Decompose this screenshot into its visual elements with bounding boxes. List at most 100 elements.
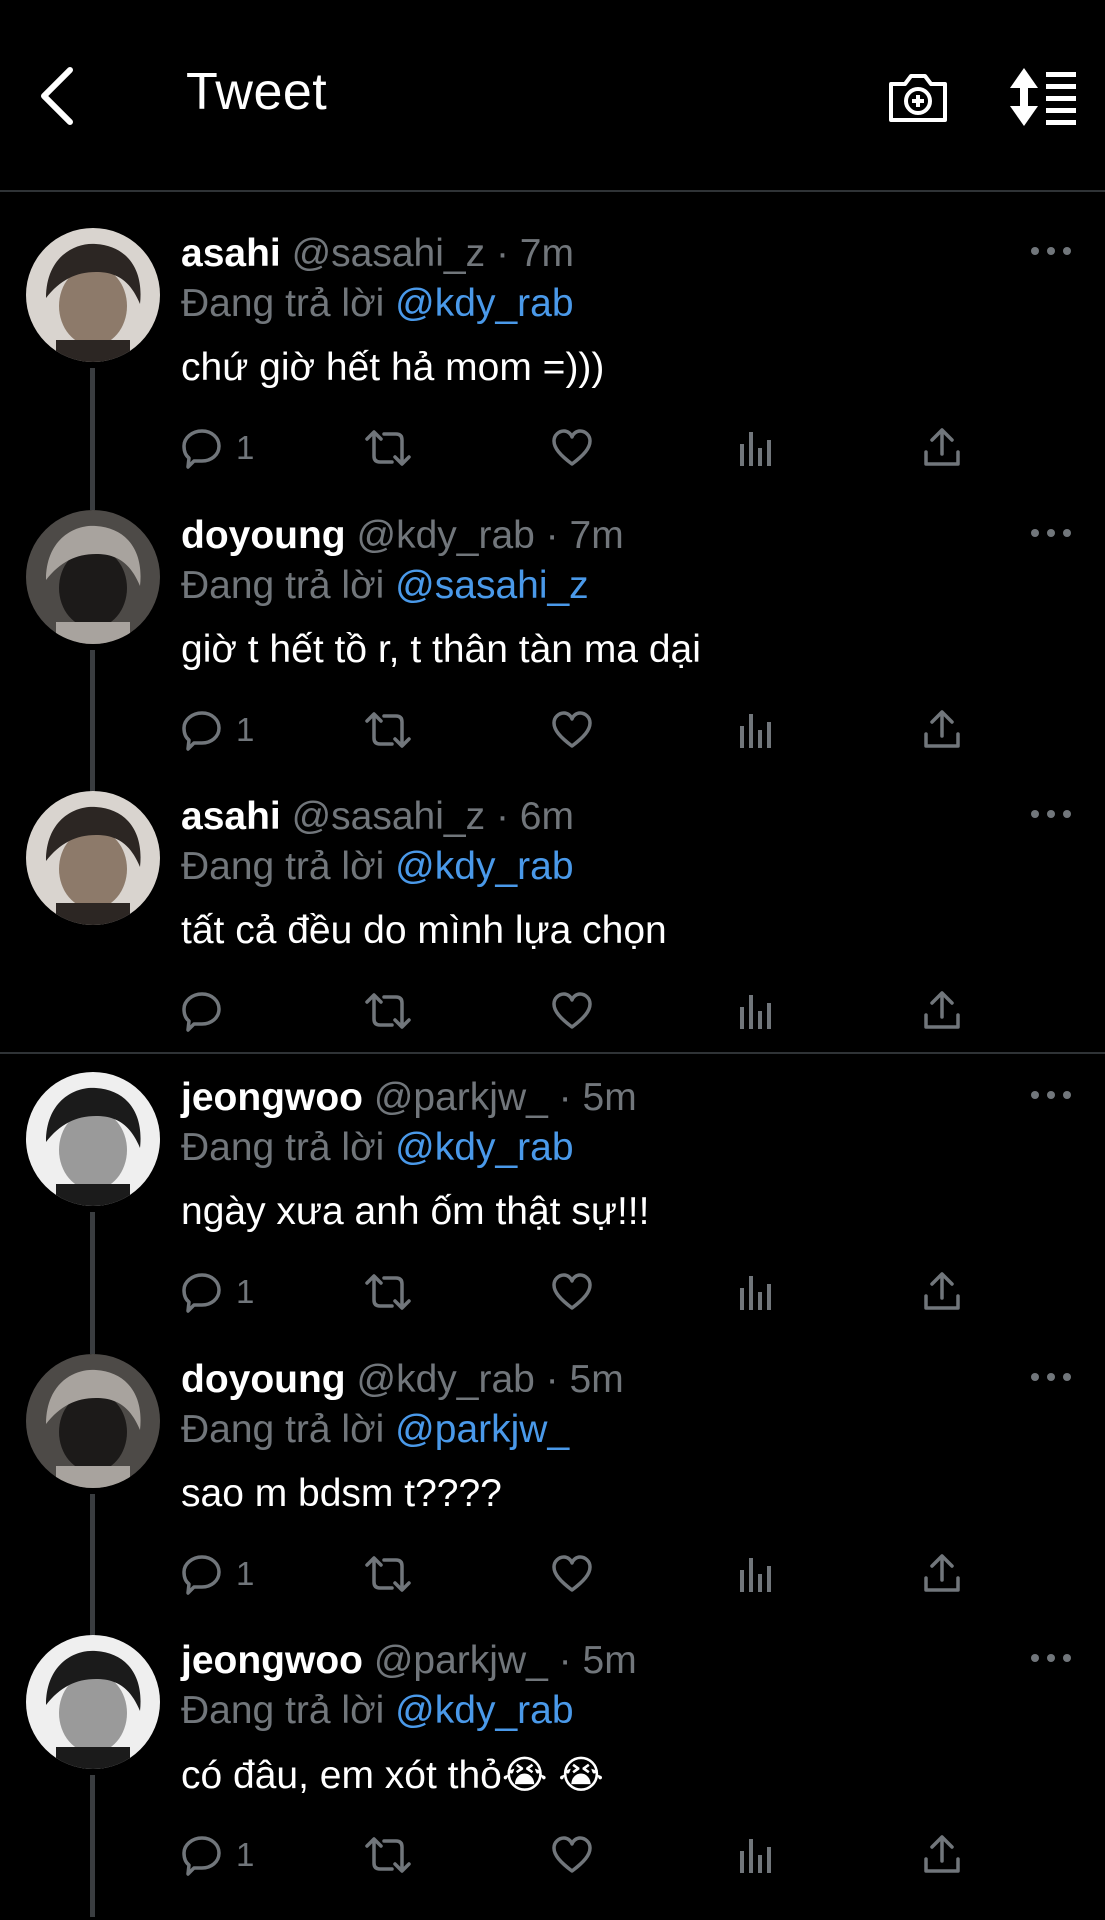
like-button[interactable] xyxy=(550,981,594,1041)
timestamp: 7m xyxy=(519,232,574,275)
reply-button[interactable] xyxy=(180,981,236,1041)
bar-chart-icon xyxy=(740,1558,771,1592)
back-button[interactable] xyxy=(30,60,90,130)
reply-button[interactable]: 1 xyxy=(180,1825,254,1885)
tweet-text: ngày xưa anh ốm thật sự!!! xyxy=(181,1190,650,1233)
share-button[interactable] xyxy=(922,1262,962,1322)
like-button[interactable] xyxy=(550,1544,594,1604)
share-icon xyxy=(924,1272,960,1310)
user-handle[interactable]: @sasahi_z xyxy=(292,232,486,275)
replying-mention[interactable]: @kdy_rab xyxy=(395,845,573,888)
more-dots-icon xyxy=(1031,247,1071,255)
tweet[interactable]: doyoung @kdy_rab · 7m Đang trả lời @sasa… xyxy=(0,510,1105,792)
tweet-actions: 1 xyxy=(180,1825,980,1885)
replying-mention[interactable]: @kdy_rab xyxy=(395,1689,573,1732)
analytics-button[interactable] xyxy=(736,1262,776,1322)
share-button[interactable] xyxy=(922,981,962,1041)
reply-count: 1 xyxy=(236,711,255,748)
tweet-meta: jeongwoo @parkjw_ · 5m xyxy=(181,1639,637,1683)
tweet-actions xyxy=(180,981,980,1041)
user-handle[interactable]: @parkjw_ xyxy=(374,1076,548,1119)
tweet-actions: 1 xyxy=(180,1544,980,1604)
camera-button[interactable] xyxy=(885,64,951,130)
analytics-button[interactable] xyxy=(736,1825,776,1885)
chevron-left-icon xyxy=(41,67,73,125)
more-dots-icon xyxy=(1031,529,1071,537)
retweet-button[interactable] xyxy=(364,1262,412,1322)
replying-prefix: Đang trả lời xyxy=(181,1689,385,1732)
more-options-button[interactable] xyxy=(1028,1088,1074,1102)
retweet-button[interactable] xyxy=(364,1544,412,1604)
user-handle[interactable]: @parkjw_ xyxy=(374,1639,548,1682)
reply-icon xyxy=(182,992,221,1032)
tweet[interactable]: asahi @sasahi_z · 6m Đang trả lời @kdy_r… xyxy=(0,791,1105,1073)
replying-prefix: Đang trả lời xyxy=(181,1126,385,1169)
analytics-button[interactable] xyxy=(736,981,776,1041)
like-button[interactable] xyxy=(550,700,594,760)
retweet-button[interactable] xyxy=(364,1825,412,1885)
like-button[interactable] xyxy=(550,418,594,478)
avatar[interactable] xyxy=(26,1072,160,1206)
replying-mention[interactable]: @parkjw_ xyxy=(395,1408,569,1451)
replying-prefix: Đang trả lời xyxy=(181,282,385,325)
retweet-button[interactable] xyxy=(364,700,412,760)
tweet[interactable]: jeongwoo @parkjw_ · 5m Đang trả lời @kdy… xyxy=(0,1072,1105,1354)
share-button[interactable] xyxy=(922,700,962,760)
display-name[interactable]: doyoung xyxy=(181,1358,346,1401)
timestamp: 5m xyxy=(569,1358,624,1401)
share-button[interactable] xyxy=(922,1544,962,1604)
retweet-button[interactable] xyxy=(364,981,412,1041)
display-name[interactable]: jeongwoo xyxy=(181,1076,363,1119)
tweet-actions: 1 xyxy=(180,700,980,760)
retweet-button[interactable] xyxy=(364,418,412,478)
display-name[interactable]: asahi xyxy=(181,795,281,838)
share-button[interactable] xyxy=(922,1825,962,1885)
share-button[interactable] xyxy=(922,418,962,478)
replying-mention[interactable]: @sasahi_z xyxy=(395,564,589,607)
replying-prefix: Đang trả lời xyxy=(181,1408,385,1451)
reply-button[interactable]: 1 xyxy=(180,1544,254,1604)
share-icon xyxy=(924,1554,960,1592)
display-name[interactable]: doyoung xyxy=(181,514,346,557)
tweet[interactable]: asahi @sasahi_z · 7m Đang trả lời @kdy_r… xyxy=(0,228,1105,510)
like-button[interactable] xyxy=(550,1825,594,1885)
avatar[interactable] xyxy=(26,791,160,925)
tweet-text: chứ giờ hết hả mom =))) xyxy=(181,346,605,389)
more-options-button[interactable] xyxy=(1028,244,1074,258)
thread-connector xyxy=(90,1212,95,1354)
avatar[interactable] xyxy=(26,1635,160,1769)
replying-prefix: Đang trả lời xyxy=(181,845,385,888)
replying-mention[interactable]: @kdy_rab xyxy=(395,1126,573,1169)
more-options-button[interactable] xyxy=(1028,1370,1074,1384)
display-name[interactable]: asahi xyxy=(181,232,281,275)
tweet[interactable]: jeongwoo @parkjw_ · 5m Đang trả lời @kdy… xyxy=(0,1635,1105,1917)
user-handle[interactable]: @kdy_rab xyxy=(356,514,534,557)
avatar[interactable] xyxy=(26,228,160,362)
user-handle[interactable]: @kdy_rab xyxy=(356,1358,534,1401)
reply-count: 1 xyxy=(236,429,255,466)
display-name[interactable]: jeongwoo xyxy=(181,1639,363,1682)
tweet-text: có đâu, em xót thỏ😭 😭 xyxy=(181,1754,604,1797)
tweet-meta: jeongwoo @parkjw_ · 5m xyxy=(181,1076,637,1120)
avatar[interactable] xyxy=(26,510,160,644)
avatar[interactable] xyxy=(26,1354,160,1488)
timestamp: 7m xyxy=(569,514,624,557)
reply-count: 1 xyxy=(236,1273,255,1310)
sort-button[interactable] xyxy=(1006,64,1080,130)
reply-button[interactable]: 1 xyxy=(180,700,254,760)
user-handle[interactable]: @sasahi_z xyxy=(292,795,486,838)
like-button[interactable] xyxy=(550,1262,594,1322)
more-dots-icon xyxy=(1031,1373,1071,1381)
bar-chart-icon xyxy=(740,714,771,748)
analytics-button[interactable] xyxy=(736,700,776,760)
reply-button[interactable]: 1 xyxy=(180,418,254,478)
replying-to: Đang trả lời @kdy_rab xyxy=(181,1689,574,1733)
more-options-button[interactable] xyxy=(1028,807,1074,821)
reply-button[interactable]: 1 xyxy=(180,1262,254,1322)
tweet[interactable]: doyoung @kdy_rab · 5m Đang trả lời @park… xyxy=(0,1354,1105,1636)
more-options-button[interactable] xyxy=(1028,526,1074,540)
more-options-button[interactable] xyxy=(1028,1651,1074,1665)
analytics-button[interactable] xyxy=(736,1544,776,1604)
replying-mention[interactable]: @kdy_rab xyxy=(395,282,573,325)
analytics-button[interactable] xyxy=(736,418,776,478)
